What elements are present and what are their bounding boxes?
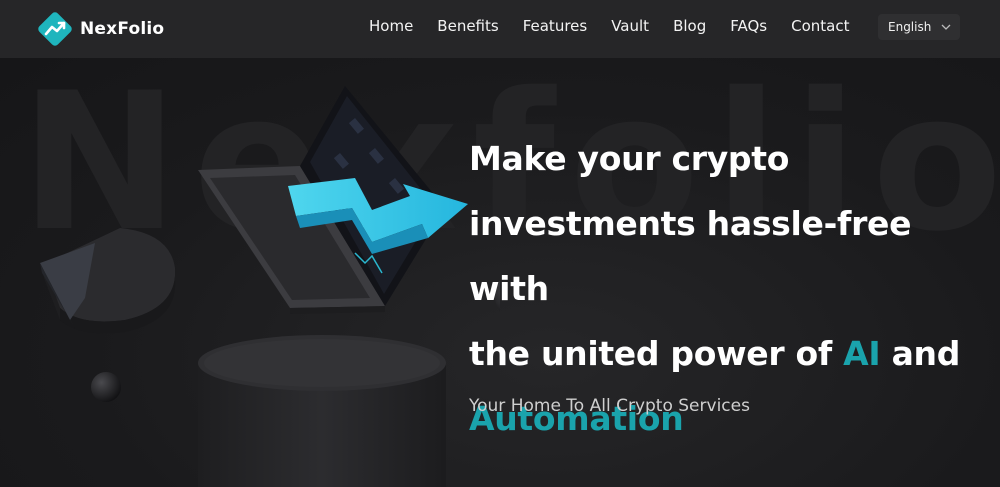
main-nav: Home Benefits Features Vault Blog FAQs C… xyxy=(369,17,873,35)
hero-subtitle: Your Home To All Crypto Services xyxy=(469,396,750,416)
brand-logo[interactable]: NexFolio xyxy=(38,12,164,46)
chevron-down-icon xyxy=(941,24,951,30)
nav-link-features[interactable]: Features xyxy=(523,17,588,35)
nav-link-benefits[interactable]: Benefits xyxy=(437,17,498,35)
headline-line-3a: the united power of xyxy=(469,334,844,373)
hero-illustration xyxy=(40,86,500,487)
pie-chart-3d-icon xyxy=(40,228,176,334)
nav-link-vault[interactable]: Vault xyxy=(611,17,649,35)
pedestal-cylinder xyxy=(198,335,446,487)
nav-link-faqs[interactable]: FAQs xyxy=(730,17,767,35)
nexfolio-logo-icon xyxy=(38,12,72,46)
headline-line-3b: and xyxy=(880,334,961,373)
brand-name: NexFolio xyxy=(80,19,165,39)
hero-section: Nexfolio Make your crypto investments ha… xyxy=(0,58,1000,487)
headline-line-2: investments hassle-free with xyxy=(469,204,912,308)
small-sphere xyxy=(91,372,121,402)
headline-line-1: Make your crypto xyxy=(469,139,790,178)
language-label: English xyxy=(888,20,932,34)
nav-link-home[interactable]: Home xyxy=(369,17,413,35)
language-select[interactable]: English xyxy=(878,14,960,40)
headline-highlight-ai: AI xyxy=(843,334,881,373)
nav-link-blog[interactable]: Blog xyxy=(673,17,706,35)
top-navbar: NexFolio Home Benefits Features Vault Bl… xyxy=(0,0,1000,58)
nav-link-contact[interactable]: Contact xyxy=(791,17,849,35)
